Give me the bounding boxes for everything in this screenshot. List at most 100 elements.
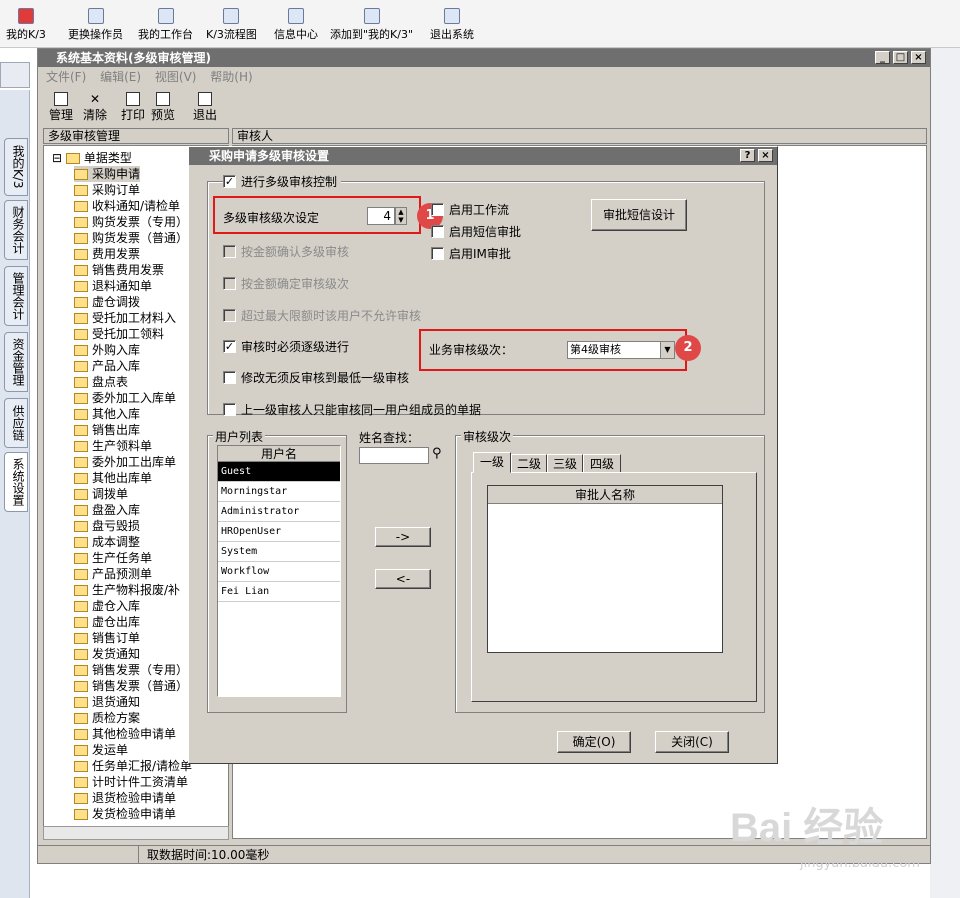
enable-multilevel-checkbox[interactable]: ✓ 进行多级审核控制 (223, 173, 342, 190)
tree-item[interactable]: 采购申请 (74, 166, 141, 182)
tree-item[interactable]: 计时计件工资清单 (74, 774, 188, 790)
tree-item[interactable]: 委外加工入库单 (74, 390, 176, 406)
tab-my-k3[interactable]: 我的K/3 (4, 138, 28, 196)
manage-button[interactable]: 管理 (49, 92, 73, 123)
sms-approve-checkbox[interactable]: 启用短信审批 (431, 223, 521, 240)
remove-user-button[interactable]: <- (375, 569, 431, 589)
tree-item[interactable]: 虚仓出库 (74, 614, 140, 630)
tab-level-3[interactable]: 三级 (547, 454, 583, 473)
user-row[interactable]: System (218, 542, 340, 562)
tree-item[interactable]: 产品入库 (74, 358, 140, 374)
approver-list[interactable]: 审批人名称 (487, 485, 723, 653)
tree-item[interactable]: 发货通知 (74, 646, 140, 662)
by-amount-confirm-checkbox[interactable]: 按金额确认多级审核 (223, 243, 349, 260)
tree-item[interactable]: 产品预测单 (74, 566, 152, 582)
dialog-close-button[interactable]: × (758, 149, 773, 162)
tab-level-2[interactable]: 二级 (511, 454, 547, 473)
clear-button[interactable]: ✕ 清除 (83, 92, 107, 123)
minimize-button[interactable]: _ (875, 51, 890, 64)
ok-button[interactable]: 确定(O) (557, 731, 631, 753)
preview-button[interactable]: 预览 (151, 92, 175, 123)
exit-button[interactable]: 退出 (193, 92, 217, 123)
tree-item[interactable]: 生产领料单 (74, 438, 152, 454)
tab-level-4[interactable]: 四级 (583, 454, 621, 473)
tree-item[interactable]: 受托加工材料入 (74, 310, 176, 326)
menu-file[interactable]: 文件(F) (46, 70, 86, 84)
message-center-button[interactable]: 信息中心 (274, 8, 318, 42)
tree-item[interactable]: 盘盈入库 (74, 502, 140, 518)
maximize-button[interactable]: □ (893, 51, 908, 64)
user-row[interactable]: HROpenUser (218, 522, 340, 542)
tree-item[interactable]: 外购入库 (74, 342, 140, 358)
tree-item[interactable]: 销售发票（专用） (74, 662, 188, 678)
tab-system-settings[interactable]: 系统设置 (4, 452, 28, 512)
tree-item[interactable]: 盘亏毁损 (74, 518, 140, 534)
by-amount-level-checkbox[interactable]: 按金额确定审核级次 (223, 275, 349, 292)
add-to-my-k3-button[interactable]: 添加到"我的K/3" (330, 8, 413, 42)
dialog-help-button[interactable]: ? (740, 149, 755, 162)
tree-item[interactable]: 退货通知 (74, 694, 140, 710)
tree-item[interactable]: 购货发票（普通） (74, 230, 188, 246)
tree-item[interactable]: 销售订单 (74, 630, 140, 646)
tree-item[interactable]: 销售出库 (74, 422, 140, 438)
nav-dropdown[interactable] (0, 62, 30, 88)
tab-funds[interactable]: 资金管理 (4, 332, 28, 392)
binoculars-icon[interactable]: ⚲ (432, 446, 442, 461)
exit-system-button[interactable]: 退出系统 (430, 8, 474, 42)
tree-item[interactable]: 任务单汇报/请检单 (74, 758, 192, 774)
modify-unaudit-checkbox[interactable]: 修改无须反审核到最低一级审核 (223, 369, 409, 386)
tree-item[interactable]: 销售费用发票 (74, 262, 164, 278)
tree-item[interactable]: 虚仓调拨 (74, 294, 140, 310)
tab-management-accounting[interactable]: 管理会计 (4, 266, 28, 326)
tree-item[interactable]: 退料通知单 (74, 278, 152, 294)
user-row[interactable]: Administrator (218, 502, 340, 522)
tree-hscrollbar[interactable] (43, 826, 229, 840)
user-row[interactable]: Morningstar (218, 482, 340, 502)
tab-level-1[interactable]: 一级 (473, 452, 511, 473)
tree-item[interactable]: 购货发票（专用） (74, 214, 188, 230)
my-k3-button[interactable]: 我的K/3 (6, 8, 46, 42)
tree-item[interactable]: 采购订单 (74, 182, 140, 198)
tree-item[interactable]: 成本调整 (74, 534, 140, 550)
menu-view[interactable]: 视图(V) (155, 70, 197, 84)
tree-item[interactable]: 生产任务单 (74, 550, 152, 566)
tree-root[interactable]: ⊟ 单据类型 (52, 150, 132, 166)
tree-item[interactable]: 退货检验申请单 (74, 790, 176, 806)
sms-design-button[interactable]: 审批短信设计 (591, 199, 687, 231)
name-search-input[interactable] (359, 447, 429, 464)
tree-item[interactable]: 生产物料报废/补 (74, 582, 180, 598)
tree-item[interactable]: 其他检验申请单 (74, 726, 176, 742)
user-list[interactable]: 用户名 Guest Morningstar Administrator HROp… (217, 445, 341, 697)
change-operator-button[interactable]: 更换操作员 (68, 8, 123, 42)
close-button[interactable]: 关闭(C) (655, 731, 729, 753)
tree-item[interactable]: 盘点表 (74, 374, 128, 390)
user-row[interactable]: Fei Lian (218, 582, 340, 602)
menu-help[interactable]: 帮助(H) (210, 70, 252, 84)
tree-item[interactable]: 费用发票 (74, 246, 140, 262)
tree-item[interactable]: 质检方案 (74, 710, 140, 726)
tree-item[interactable]: 调拨单 (74, 486, 128, 502)
user-row[interactable]: Workflow (218, 562, 340, 582)
step-by-step-checkbox[interactable]: ✓ 审核时必须逐级进行 (223, 338, 349, 355)
menu-edit[interactable]: 编辑(E) (100, 70, 141, 84)
flowchart-button[interactable]: K/3流程图 (206, 8, 257, 42)
over-limit-checkbox[interactable]: 超过最大限额时该用户不允许审核 (223, 307, 421, 324)
print-button[interactable]: 打印 (121, 92, 145, 123)
user-row[interactable]: Guest (218, 462, 340, 482)
tree-item[interactable]: 其他出库单 (74, 470, 152, 486)
im-approve-checkbox[interactable]: 启用IM审批 (431, 245, 511, 262)
tree-item[interactable]: 虚仓入库 (74, 598, 140, 614)
tab-finance[interactable]: 财务会计 (4, 200, 28, 260)
tree-item[interactable]: 收料通知/请检单 (74, 198, 180, 214)
tab-supply-chain[interactable]: 供应链 (4, 398, 28, 448)
tree-item[interactable]: 发运单 (74, 742, 128, 758)
tree-item[interactable]: 其他入库 (74, 406, 140, 422)
tree-item[interactable]: 委外加工出库单 (74, 454, 176, 470)
tree-item[interactable]: 销售发票（普通） (74, 678, 188, 694)
same-group-checkbox[interactable]: 上一级审核人只能审核同一用户组成员的单据 (223, 401, 481, 418)
close-window-button[interactable]: × (911, 51, 926, 64)
workbench-button[interactable]: 我的工作台 (138, 8, 193, 42)
tree-item[interactable]: 受托加工领料 (74, 326, 164, 342)
add-user-button[interactable]: -> (375, 527, 431, 547)
tree-item[interactable]: 发货检验申请单 (74, 806, 176, 822)
